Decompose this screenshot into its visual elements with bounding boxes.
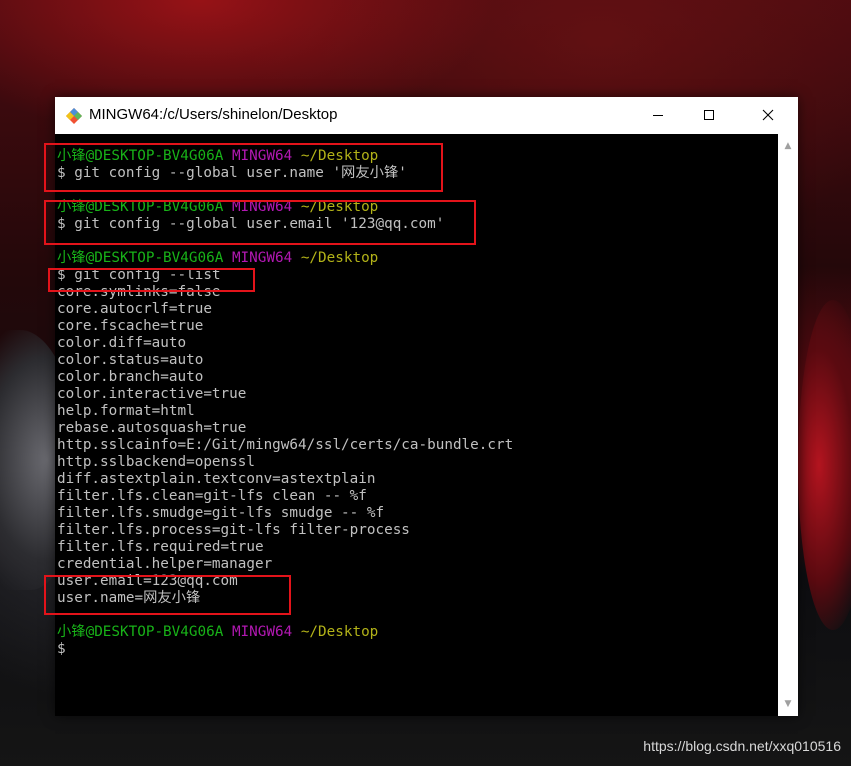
config-line: credential.helper=manager xyxy=(57,556,273,572)
config-line: filter.lfs.required=true xyxy=(57,539,264,555)
title-bar[interactable]: MINGW64:/c/Users/shinelon/Desktop xyxy=(55,97,798,134)
git-bash-icon xyxy=(65,107,83,125)
config-line: core.autocrlf=true xyxy=(57,301,212,317)
prompt-line: 小锋@DESKTOP-BV4G06A MINGW64 ~/Desktop xyxy=(57,250,379,266)
config-line: help.format=html xyxy=(57,403,195,419)
highlight-box xyxy=(44,200,476,245)
highlight-box xyxy=(44,575,291,615)
config-line: color.interactive=true xyxy=(57,386,247,402)
window-title: MINGW64:/c/Users/shinelon/Desktop xyxy=(89,106,338,123)
config-line: filter.lfs.clean=git-lfs clean -- %f xyxy=(57,488,367,504)
maximize-button[interactable] xyxy=(686,97,732,134)
highlight-box xyxy=(48,268,255,292)
maximize-icon xyxy=(704,110,714,120)
vertical-scrollbar[interactable]: ▲ ▼ xyxy=(778,134,798,716)
config-line: http.sslbackend=openssl xyxy=(57,454,255,470)
minimize-button[interactable] xyxy=(635,97,681,134)
config-line: core.fscache=true xyxy=(57,318,204,334)
highlight-box xyxy=(44,143,443,192)
close-icon xyxy=(762,109,774,121)
config-line: filter.lfs.process=git-lfs filter-proces… xyxy=(57,522,410,538)
config-line: color.branch=auto xyxy=(57,369,204,385)
config-line: http.sslcainfo=E:/Git/mingw64/ssl/certs/… xyxy=(57,437,514,453)
minimize-icon xyxy=(653,115,663,116)
prompt-line: 小锋@DESKTOP-BV4G06A MINGW64 ~/Desktop xyxy=(57,624,379,640)
scroll-up-icon[interactable]: ▲ xyxy=(778,138,798,154)
config-line: color.diff=auto xyxy=(57,335,187,351)
config-line: rebase.autosquash=true xyxy=(57,420,247,436)
scroll-down-icon[interactable]: ▼ xyxy=(778,696,798,712)
watermark: https://blog.csdn.net/xxq010516 xyxy=(643,738,841,754)
command-line[interactable]: $ xyxy=(57,641,66,658)
config-line: filter.lfs.smudge=git-lfs smudge -- %f xyxy=(57,505,385,521)
close-button[interactable] xyxy=(745,97,791,134)
config-line: diff.astextplain.textconv=astextplain xyxy=(57,471,376,487)
config-line: color.status=auto xyxy=(57,352,204,368)
